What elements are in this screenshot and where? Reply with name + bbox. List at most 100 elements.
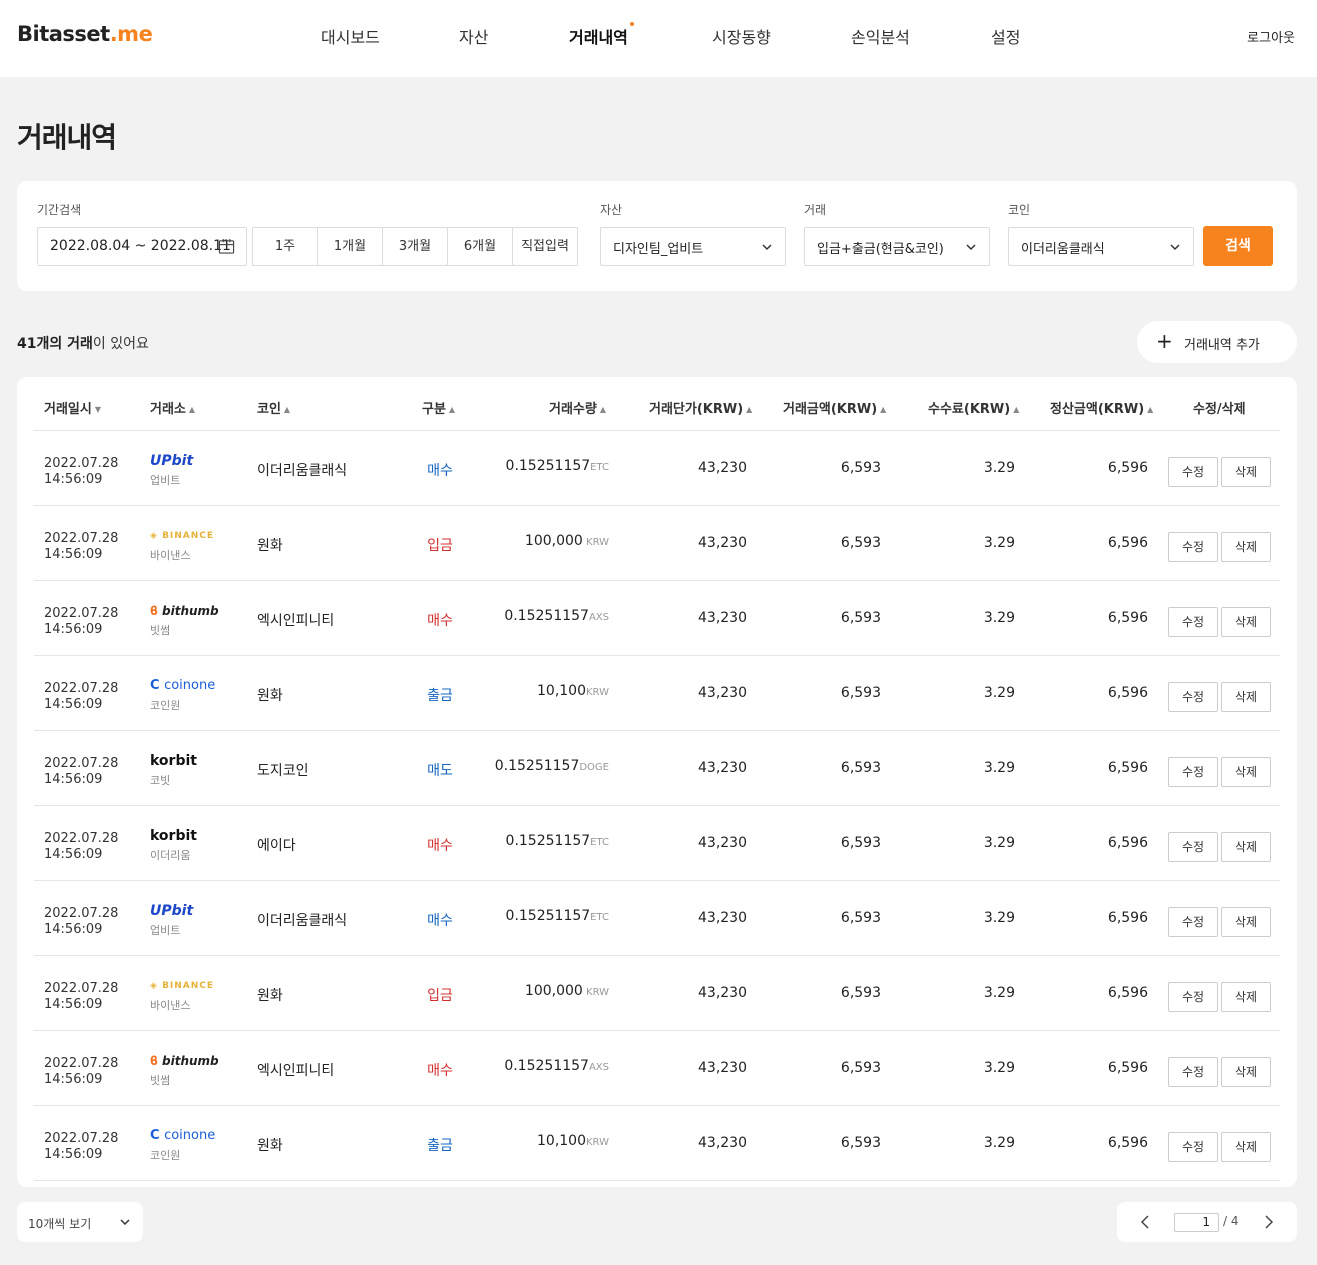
quantity-unit: ETC: [590, 462, 609, 473]
logout-link[interactable]: 로그아웃: [1247, 27, 1295, 46]
cell-amount: 6,593: [840, 610, 881, 626]
header-date[interactable]: 거래일시 ▼: [44, 398, 101, 417]
search-button[interactable]: 검색: [1203, 226, 1273, 266]
cell-datetime: 2022.07.28 14:56:09: [44, 456, 119, 487]
transaction-count-number: 41개의 거래: [17, 336, 93, 352]
edit-button[interactable]: 수정: [1168, 1132, 1218, 1162]
sort-asc-icon: ▲: [599, 405, 606, 414]
cell-coin: 에이다: [257, 838, 296, 854]
cell-exchange: ϐ bithumb 빗썸: [150, 1053, 250, 1088]
cell-unit-price: 43,230: [698, 910, 747, 926]
cell-unit-price: 43,230: [698, 610, 747, 626]
table-row: 2022.07.28 14:56:09 UPbit 업비트 이더리움클래식 매수 0.152…: [34, 431, 1280, 506]
date-range-input[interactable]: 2022.08.04 ~ 2022.08.11: [37, 227, 247, 266]
edit-button[interactable]: 수정: [1168, 457, 1218, 487]
edit-button[interactable]: 수정: [1168, 757, 1218, 787]
cell-quantity: 10,100KRW: [537, 683, 609, 699]
delete-button[interactable]: 삭제: [1221, 832, 1271, 862]
header-amount[interactable]: 거래금액(KRW) ▲: [783, 398, 886, 417]
cell-quantity: 0.15251157ETC: [505, 833, 609, 849]
nav-assets[interactable]: 자산: [459, 24, 488, 48]
header-fee[interactable]: 수수료(KRW) ▲: [928, 398, 1019, 417]
cell-coin: 원화: [257, 688, 283, 704]
sort-asc-icon: ▲: [188, 405, 196, 414]
header-unit-price[interactable]: 거래단가(KRW) ▲: [649, 398, 752, 417]
brand-logo[interactable]: Bitasset.me: [17, 22, 153, 46]
nav-dashboard[interactable]: 대시보드: [321, 24, 380, 48]
header-settlement[interactable]: 정산금액(KRW) ▲: [1050, 398, 1153, 417]
period-1month-button[interactable]: 1개월: [317, 227, 383, 266]
page-size-select[interactable]: 10개씩 보기: [17, 1202, 143, 1242]
cell-settlement: 6,596: [1107, 985, 1148, 1001]
cell-exchange: korbit 코빗: [150, 753, 250, 788]
chevron-down-icon: [120, 1219, 130, 1226]
period-custom-button[interactable]: 직접입력: [512, 227, 578, 266]
edit-button[interactable]: 수정: [1168, 682, 1218, 712]
edit-button[interactable]: 수정: [1168, 532, 1218, 562]
cell-unit-price: 43,230: [698, 985, 747, 1001]
header-coin[interactable]: 코인 ▲: [257, 398, 290, 417]
calendar-icon[interactable]: [218, 238, 235, 255]
cell-coin: 이더리움클래식: [257, 463, 348, 479]
cell-type: 출금: [427, 688, 453, 704]
delete-button[interactable]: 삭제: [1221, 532, 1271, 562]
edit-button[interactable]: 수정: [1168, 607, 1218, 637]
page-title: 거래내역: [17, 121, 117, 154]
header-exchange[interactable]: 거래소 ▲: [150, 398, 195, 417]
period-6month-button[interactable]: 6개월: [447, 227, 513, 266]
asset-select-value: 디자인팀_업비트: [613, 242, 704, 257]
asset-select[interactable]: 디자인팀_업비트: [600, 227, 786, 266]
add-transaction-button[interactable]: + 거래내역 추가: [1137, 321, 1297, 363]
delete-button[interactable]: 삭제: [1221, 682, 1271, 712]
active-indicator-dot: [629, 22, 634, 26]
cell-type: 매도: [427, 763, 453, 779]
exchange-name: 바이낸스: [150, 549, 191, 562]
sort-asc-icon: ▲: [1013, 405, 1020, 414]
exchange-logo: UPbit: [150, 453, 194, 469]
nav-settings[interactable]: 설정: [991, 24, 1020, 48]
cell-fee: 3.29: [983, 835, 1015, 851]
edit-button[interactable]: 수정: [1168, 907, 1218, 937]
sort-asc-icon: ▲: [448, 405, 456, 414]
cell-unit-price: 43,230: [698, 685, 747, 701]
edit-button[interactable]: 수정: [1168, 832, 1218, 862]
delete-button[interactable]: 삭제: [1221, 607, 1271, 637]
period-label: 기간검색: [37, 203, 82, 217]
page-number-input[interactable]: 1: [1174, 1213, 1219, 1232]
cell-exchange: UPbit 업비트: [150, 903, 250, 938]
cell-exchange: korbit 이더리움: [150, 828, 250, 863]
edit-button[interactable]: 수정: [1168, 982, 1218, 1012]
delete-button[interactable]: 삭제: [1221, 457, 1271, 487]
quantity-unit: AXS: [588, 1062, 609, 1073]
delete-button[interactable]: 삭제: [1221, 1057, 1271, 1087]
nav-pnl[interactable]: 손익분석: [851, 24, 910, 48]
cell-datetime: 2022.07.28 14:56:09: [44, 531, 119, 562]
trade-type-select[interactable]: 입금+출금(현금&코인): [804, 227, 990, 266]
cell-coin: 엑시인피니티: [257, 613, 335, 629]
delete-button[interactable]: 삭제: [1221, 757, 1271, 787]
delete-button[interactable]: 삭제: [1221, 1132, 1271, 1162]
cell-fee: 3.29: [983, 910, 1015, 926]
cell-type: 입금: [427, 988, 453, 1004]
header-type[interactable]: 구분 ▲: [422, 398, 455, 417]
cell-fee: 3.29: [983, 760, 1015, 776]
cell-datetime: 2022.07.28 14:56:09: [44, 756, 119, 787]
coin-select[interactable]: 이더리움클래식: [1008, 227, 1194, 266]
nav-transactions[interactable]: 거래내역: [569, 22, 634, 48]
cell-quantity: 0.15251157DOGE: [494, 758, 609, 774]
period-1week-button[interactable]: 1주: [252, 227, 318, 266]
nav-market[interactable]: 시장동향: [712, 24, 771, 48]
exchange-name: 빗썸: [150, 624, 171, 637]
period-3month-button[interactable]: 3개월: [382, 227, 448, 266]
cell-datetime: 2022.07.28 14:56:09: [44, 906, 119, 937]
header-quantity[interactable]: 거래수량 ▲: [549, 398, 606, 417]
delete-button[interactable]: 삭제: [1221, 907, 1271, 937]
cell-type: 매수: [427, 1063, 453, 1079]
table-row: 2022.07.28 14:56:09 ◈ BINANCE 바이낸스 원화 입금 100,0…: [34, 956, 1280, 1031]
chevron-left-icon[interactable]: [1137, 1214, 1153, 1230]
chevron-down-icon: [762, 244, 772, 251]
edit-button[interactable]: 수정: [1168, 1057, 1218, 1087]
delete-button[interactable]: 삭제: [1221, 982, 1271, 1012]
chevron-right-icon[interactable]: [1261, 1214, 1277, 1230]
plus-icon: +: [1156, 329, 1173, 353]
